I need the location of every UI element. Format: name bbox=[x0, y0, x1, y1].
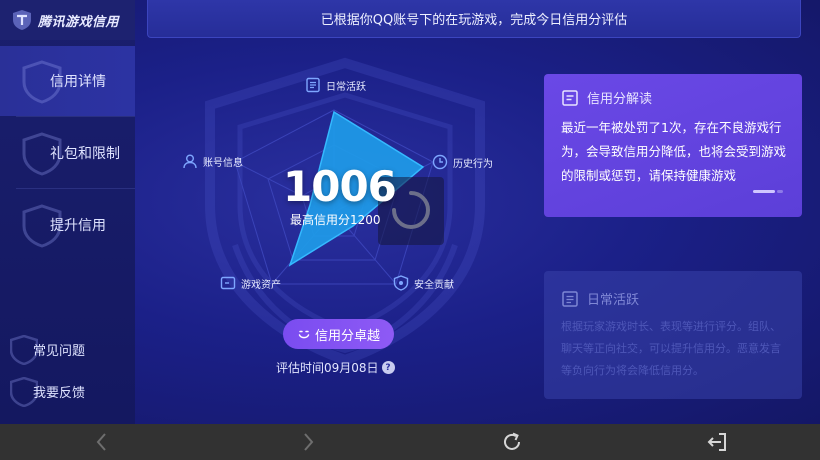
divider bbox=[16, 116, 135, 117]
sidebar-item-improve-credit[interactable]: 提升信用 bbox=[0, 190, 135, 260]
clock-icon bbox=[432, 154, 448, 170]
card-header: 日常活跃 bbox=[561, 289, 786, 308]
card-body: 根据玩家游戏时长、表现等进行评分。组队、聊天等正向社交，可以提升信用分。恶意发言… bbox=[561, 320, 781, 377]
credit-score: 1006 bbox=[283, 162, 397, 211]
credit-tier-button[interactable]: 信用分卓越 bbox=[283, 319, 394, 349]
sidebar-item-feedback[interactable]: 我要反馈 bbox=[0, 373, 135, 409]
forward-arrow-icon[interactable] bbox=[296, 430, 320, 454]
document-icon bbox=[562, 89, 578, 106]
evaluation-time: 评估时间09月08日 ? bbox=[276, 359, 395, 376]
divider bbox=[16, 188, 135, 189]
evaluation-time-text: 评估时间09月08日 bbox=[276, 361, 379, 375]
sidebar-item-label: 常见问题 bbox=[33, 343, 86, 359]
document-icon bbox=[306, 77, 320, 93]
shield-icon bbox=[393, 275, 409, 291]
banner-text: 已根据你QQ账号下的在玩游戏，完成今日信用分评估 bbox=[320, 13, 628, 28]
card-body: 最近一年被处罚了1次，存在不良游戏行为，会导致信用分降低，也将会受到游戏的限制或… bbox=[561, 120, 787, 183]
sidebar-item-label: 礼包和限制 bbox=[50, 146, 120, 162]
daily-activity-card[interactable]: 日常活跃 根据玩家游戏时长、表现等进行评分。组队、聊天等正向社交，可以提升信用分… bbox=[544, 271, 802, 399]
axis-daily-activity: 日常活跃 bbox=[305, 77, 366, 93]
system-nav-bar bbox=[0, 424, 820, 460]
logo-shield-icon bbox=[13, 10, 31, 30]
user-icon bbox=[183, 154, 197, 169]
sidebar-item-label: 我要反馈 bbox=[33, 385, 86, 401]
axis-account-info: 账号信息 bbox=[182, 153, 243, 169]
tier-label: 信用分卓越 bbox=[314, 328, 380, 344]
sidebar-item-label: 提升信用 bbox=[50, 218, 106, 234]
smile-icon bbox=[298, 330, 310, 339]
evaluation-banner: 已根据你QQ账号下的在玩游戏，完成今日信用分评估 bbox=[147, 0, 801, 38]
exit-icon[interactable] bbox=[705, 430, 729, 454]
axis-history-behavior: 历史行为 bbox=[432, 154, 493, 170]
sidebar-item-credit-details[interactable]: 信用详情 bbox=[0, 46, 135, 116]
document-icon bbox=[562, 290, 578, 307]
wallet-icon bbox=[220, 276, 236, 290]
axis-security-contribution: 安全贡献 bbox=[393, 275, 454, 291]
scroll-indicator bbox=[753, 190, 783, 193]
credit-interpretation-card[interactable]: 信用分解读 最近一年被处罚了1次，存在不良游戏行为，会导致信用分降低，也将会受到… bbox=[544, 74, 802, 217]
sidebar-item-gifts-limits[interactable]: 礼包和限制 bbox=[0, 118, 135, 188]
back-arrow-icon[interactable] bbox=[90, 430, 114, 454]
card-header: 信用分解读 bbox=[561, 88, 786, 107]
axis-game-assets: 游戏资产 bbox=[220, 275, 281, 291]
help-icon[interactable]: ? bbox=[381, 361, 395, 374]
app-logo: 腾讯游戏信用 bbox=[0, 0, 135, 40]
card-title: 信用分解读 bbox=[587, 92, 653, 107]
app-title: 腾讯游戏信用 bbox=[38, 14, 120, 30]
sidebar-item-label: 信用详情 bbox=[50, 74, 106, 90]
max-score-label: 最高信用分1200 bbox=[290, 213, 381, 227]
sidebar: 腾讯游戏信用 信用详情 礼包和限制 提升信用 常见问题 我要反馈 bbox=[0, 0, 135, 424]
sidebar-item-faq[interactable]: 常见问题 bbox=[0, 331, 135, 367]
card-title: 日常活跃 bbox=[587, 293, 640, 308]
refresh-icon[interactable] bbox=[500, 430, 524, 454]
